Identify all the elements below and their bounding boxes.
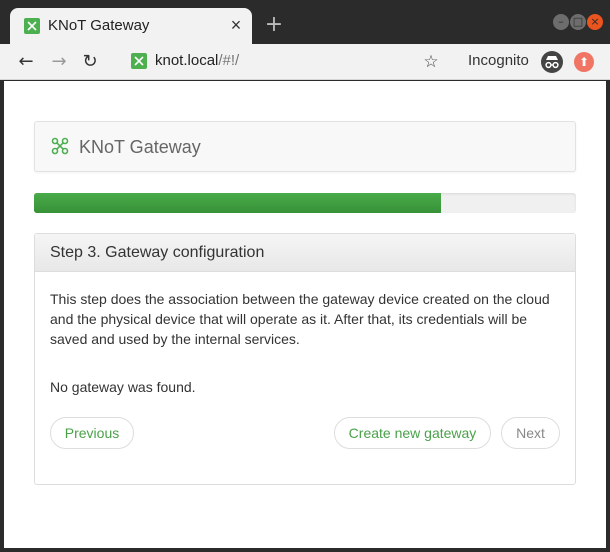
progress-bar-fill xyxy=(34,193,441,213)
url-host: knot.local xyxy=(155,52,219,69)
tab-strip: KNoT Gateway × + – □ × xyxy=(0,0,610,44)
url-path: /#!/ xyxy=(218,52,240,69)
tab-title: KNoT Gateway xyxy=(48,17,150,34)
status-message: No gateway was found. xyxy=(50,379,196,395)
header-card: KNoT Gateway xyxy=(34,121,576,172)
url-favicon-icon xyxy=(131,53,147,69)
panel-title: Step 3. Gateway configuration xyxy=(50,244,265,261)
window-close-button[interactable]: × xyxy=(587,14,603,30)
step-panel: Step 3. Gateway configuration This step … xyxy=(34,233,576,485)
update-icon[interactable]: ⬆ xyxy=(574,52,594,72)
tab-close-icon[interactable]: × xyxy=(226,15,246,35)
incognito-label: Incognito xyxy=(468,52,529,69)
window-maximize-button[interactable]: □ xyxy=(570,14,586,30)
reload-icon[interactable]: ↻ xyxy=(78,50,102,74)
back-arrow-icon[interactable]: ← xyxy=(14,50,38,74)
tab-knot-gateway[interactable]: KNoT Gateway × xyxy=(10,8,252,44)
next-button[interactable]: Next xyxy=(501,417,560,449)
panel-heading: Step 3. Gateway configuration xyxy=(35,234,575,272)
page-title: KNoT Gateway xyxy=(79,137,201,157)
new-tab-icon[interactable]: + xyxy=(262,13,286,37)
browser-window: KNoT Gateway × + – □ × ← → ↻ knot.local/… xyxy=(0,0,610,552)
incognito-icon[interactable] xyxy=(541,51,563,73)
browser-toolbar: ← → ↻ knot.local/#!/ ☆ Incognito ⬆ xyxy=(0,44,610,80)
forward-arrow-icon[interactable]: → xyxy=(47,50,71,74)
minimize-icon: – xyxy=(558,15,564,28)
panel-description: This step does the association between t… xyxy=(50,291,550,347)
previous-button[interactable]: Previous xyxy=(50,417,134,449)
create-gateway-button[interactable]: Create new gateway xyxy=(334,417,491,449)
close-icon: × xyxy=(590,15,600,28)
page-viewport: KNoT Gateway Step 3. Gateway configurati… xyxy=(4,81,606,548)
bookmark-star-icon[interactable]: ☆ xyxy=(421,50,441,74)
knot-logo-icon xyxy=(51,137,69,155)
maximize-icon: □ xyxy=(572,15,584,28)
progress-bar xyxy=(34,193,576,213)
knot-favicon-icon xyxy=(24,18,40,34)
window-minimize-button[interactable]: – xyxy=(553,14,569,30)
address-bar[interactable]: knot.local/#!/ xyxy=(155,52,239,69)
